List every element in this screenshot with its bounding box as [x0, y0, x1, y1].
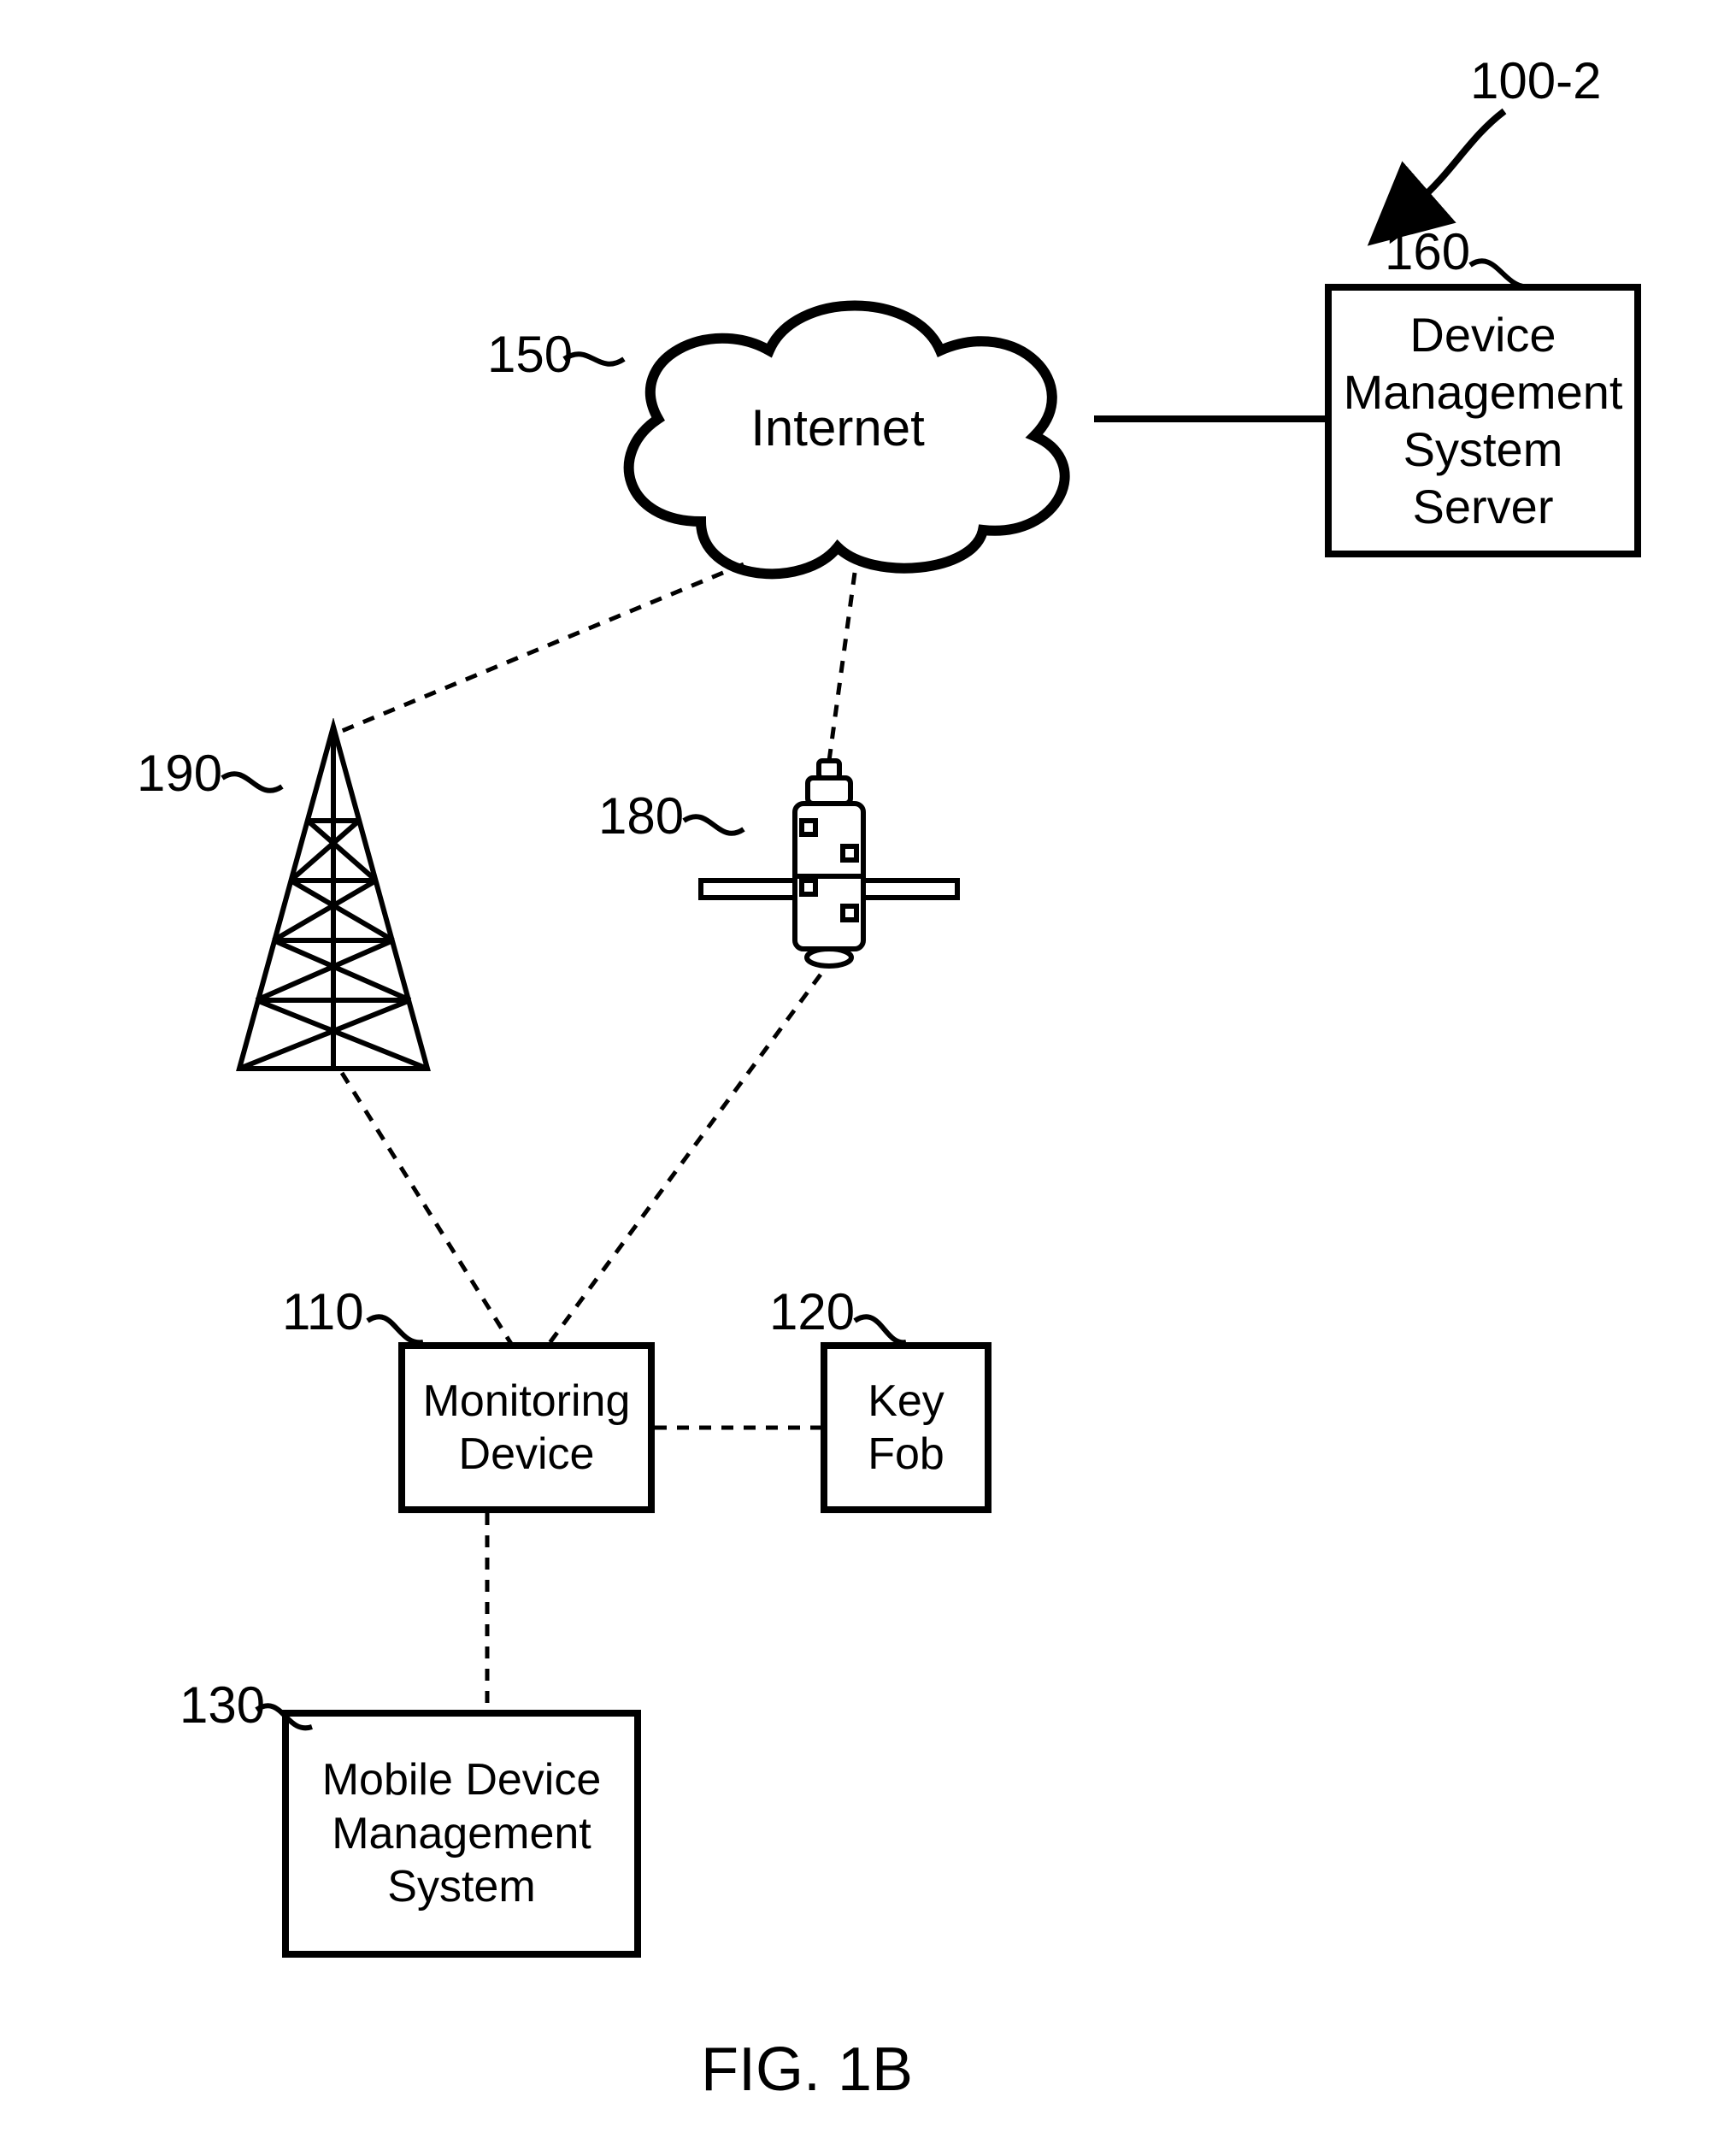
figure-label: FIG. 1B — [701, 2035, 913, 2105]
ref-120: 120 — [769, 1282, 855, 1341]
key-fob-box: Key Fob — [821, 1342, 992, 1513]
ref-100-2: 100-2 — [1470, 51, 1601, 110]
ref-130: 130 — [179, 1676, 265, 1735]
ref-160: 160 — [1385, 222, 1470, 281]
mdms-box: Mobile Device Management System — [282, 1710, 641, 1958]
ref-180: 180 — [598, 786, 684, 845]
server-label: Device Management System Server — [1344, 306, 1623, 536]
satellite-icon — [667, 735, 974, 1043]
ref-150: 150 — [487, 325, 573, 384]
cell-tower-icon — [222, 718, 444, 1077]
ref-190: 190 — [137, 744, 222, 803]
internet-label: Internet — [573, 265, 1103, 590]
monitoring-device-box: Monitoring Device — [398, 1342, 655, 1513]
mdms-label: Mobile Device Management System — [322, 1753, 602, 1913]
ref-110: 110 — [282, 1282, 364, 1341]
key-fob-label: Key Fob — [868, 1375, 944, 1482]
server-box: Device Management System Server — [1325, 284, 1641, 557]
diagram-stage: Device Management System Server Monitori… — [0, 0, 1730, 2156]
monitoring-device-label: Monitoring Device — [423, 1375, 631, 1482]
